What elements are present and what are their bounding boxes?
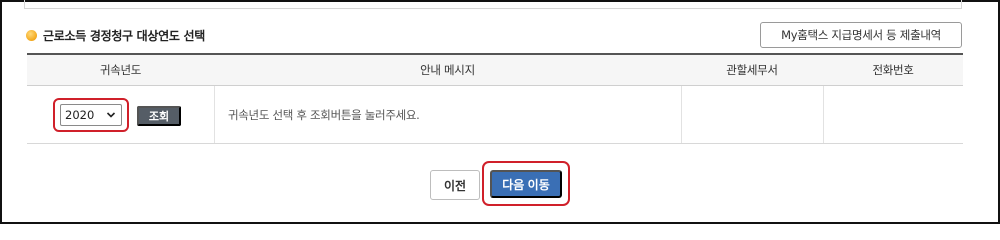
next-button-highlight: 다음 이동	[482, 161, 570, 206]
year-select-highlight: 2020	[53, 98, 129, 132]
bullet-icon	[26, 29, 37, 41]
header-message: 안내 메시지	[420, 63, 475, 77]
header-phone: 전화번호	[872, 63, 914, 77]
section-header: 근로소득 경정청구 대상연도 선택	[26, 27, 205, 43]
table-header: 귀속년도 안내 메시지 관할세무서 전화번호	[27, 53, 963, 86]
header-tax-office: 관할세무서	[726, 63, 778, 77]
next-button[interactable]: 다음 이동	[490, 170, 562, 198]
table-row: 2020 조회 귀속년도 선택 후 조회버튼을 눌러주세요.	[27, 86, 963, 144]
message-cell: 귀속년도 선택 후 조회버튼을 눌러주세요.	[214, 86, 681, 143]
year-select[interactable]: 2020	[60, 104, 122, 126]
year-cell: 2020 조회	[27, 86, 214, 143]
tax-office-cell	[681, 86, 823, 143]
chevron-down-icon	[106, 112, 116, 118]
search-button[interactable]: 조회	[137, 106, 181, 126]
report-history-button[interactable]: My홈택스 지급명세서 등 제출내역	[760, 22, 962, 48]
year-table: 귀속년도 안내 메시지 관할세무서 전화번호 2020 조회 귀속년도 선택 후…	[27, 53, 963, 144]
phone-cell	[823, 86, 963, 143]
top-panel	[24, 0, 962, 9]
year-select-value: 2020	[65, 108, 95, 122]
prev-button[interactable]: 이전	[430, 170, 480, 200]
section-title: 근로소득 경정청구 대상연도 선택	[43, 28, 205, 43]
header-year: 귀속년도	[99, 63, 142, 77]
